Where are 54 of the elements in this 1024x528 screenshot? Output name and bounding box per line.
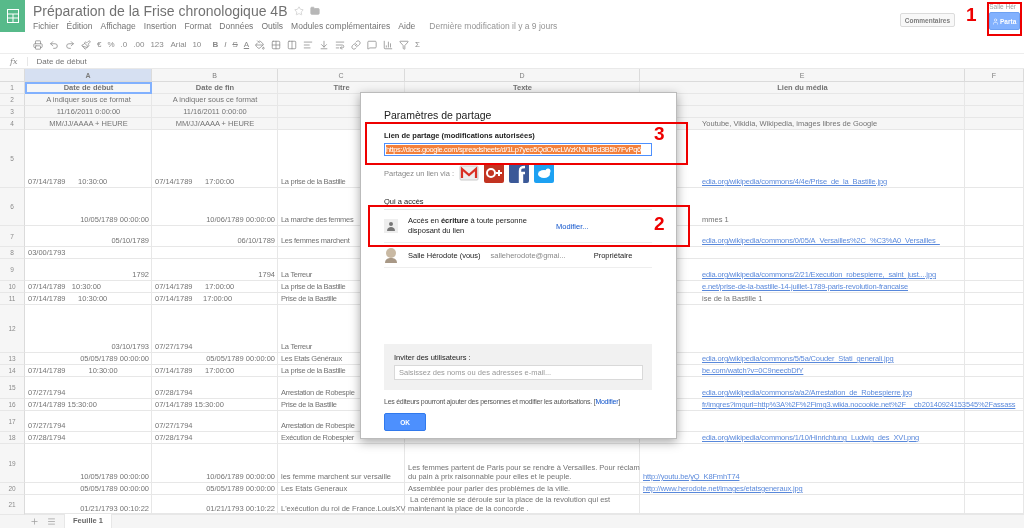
menu-item[interactable]: Modules complémentaires (291, 21, 391, 31)
toolbar-button[interactable]: S (232, 40, 238, 49)
fill-icon[interactable] (255, 39, 266, 50)
borders-icon[interactable] (271, 39, 282, 50)
toolbar-button[interactable]: I (224, 40, 227, 49)
formula-icon: fx (10, 56, 18, 66)
dialog-title: Paramètres de partage (384, 109, 493, 121)
print-icon[interactable] (33, 39, 43, 50)
avatar-icon (384, 247, 398, 263)
plus-share-icon[interactable] (484, 163, 505, 183)
add-sheet-icon[interactable] (30, 516, 39, 526)
toolbar-button[interactable]: B (212, 40, 219, 49)
align-icon[interactable] (303, 39, 314, 50)
toolbar-button[interactable]: .0 (120, 40, 128, 49)
toolbar-button[interactable]: € (97, 40, 102, 49)
merge-icon[interactable] (287, 39, 298, 50)
valign-icon[interactable] (319, 39, 330, 50)
toolbar-button[interactable]: Σ (415, 40, 430, 49)
star-icon[interactable] (293, 5, 304, 16)
menu-item[interactable]: Aide (398, 21, 416, 31)
toolbar-button[interactable]: 10 (192, 40, 207, 49)
annotation-frame (987, 2, 1022, 36)
toolbar-button[interactable]: A (243, 40, 250, 49)
annotation-number: 2 (654, 214, 665, 233)
link-icon[interactable] (351, 39, 362, 50)
menu-item[interactable]: Données (219, 21, 254, 31)
filter-icon[interactable] (399, 39, 410, 50)
wrap-icon[interactable] (335, 39, 346, 50)
formula-field[interactable]: Date de début (27, 56, 87, 66)
bird-icon[interactable] (534, 163, 555, 183)
menu-item[interactable]: Insertion (143, 21, 177, 31)
annotation-number: 1 (966, 5, 977, 24)
chart-icon[interactable] (383, 39, 394, 50)
toolbar-button[interactable]: .00 (133, 40, 145, 49)
toolbar-button[interactable]: Arial (170, 40, 187, 49)
menu-item[interactable]: Format (184, 21, 212, 31)
folder-icon[interactable] (309, 5, 320, 16)
facebook-icon[interactable] (509, 163, 530, 183)
menu-item[interactable]: Affichage (100, 21, 136, 31)
comment-icon[interactable] (367, 39, 378, 50)
menu-item[interactable]: Édition (66, 21, 93, 31)
spreadsheet-logo-icon[interactable] (0, 0, 25, 32)
menu-item[interactable]: Outils (261, 21, 284, 31)
person-icon (992, 17, 999, 25)
redo-icon[interactable] (65, 39, 75, 50)
person-icon (384, 219, 398, 233)
toolbar-button[interactable]: % (107, 40, 115, 49)
toolbar-button[interactable]: 123 (150, 40, 165, 49)
paint-icon[interactable] (81, 39, 91, 50)
sheet-list-icon[interactable] (47, 516, 56, 526)
menu-item[interactable]: Fichier (33, 21, 59, 31)
document-title[interactable]: Préparation de la Frise chronologique 4B (33, 2, 288, 19)
undo-icon[interactable] (49, 39, 59, 50)
mail-icon[interactable] (459, 163, 480, 183)
